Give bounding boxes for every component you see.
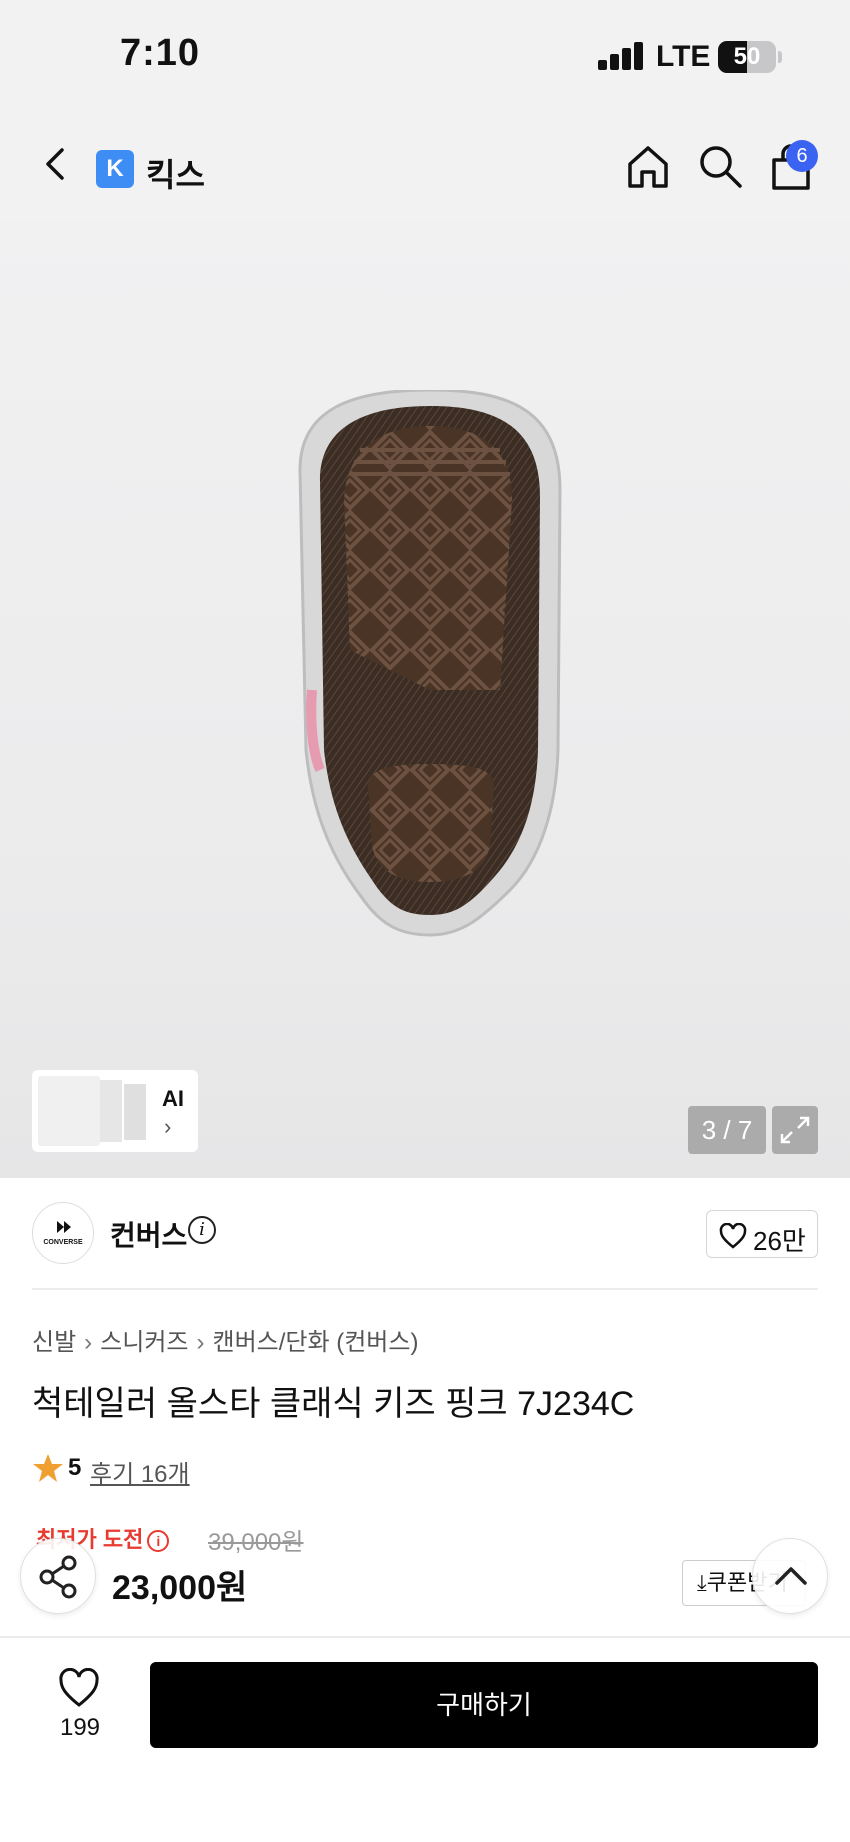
heart-icon[interactable] xyxy=(58,1668,100,1708)
signal-icon xyxy=(598,42,644,70)
thumbnail-image xyxy=(38,1076,100,1146)
image-page-counter: 3 / 7 xyxy=(688,1106,766,1154)
page-title[interactable]: 킥스 xyxy=(146,150,205,196)
review-link[interactable]: 후기 16개 xyxy=(90,1454,190,1489)
shoe-sole-image xyxy=(298,390,562,937)
breadcrumb-item[interactable]: 신발 xyxy=(32,1329,76,1356)
back-icon[interactable] xyxy=(36,144,76,184)
status-time: 7:10 xyxy=(120,32,201,74)
ai-recommend-thumbnail[interactable]: AI › xyxy=(32,1070,198,1152)
brand-like-count: 26만 xyxy=(753,1226,806,1256)
breadcrumb-item[interactable]: 스니커즈 xyxy=(100,1329,188,1356)
scroll-to-top-button[interactable] xyxy=(752,1538,828,1614)
product-title: 척테일러 올스타 클래식 키즈 핑크 7J234C xyxy=(32,1385,635,1423)
info-icon[interactable]: i xyxy=(188,1216,216,1244)
home-icon[interactable] xyxy=(624,142,672,190)
top-nav: K 킥스 6 xyxy=(0,110,850,220)
product-gallery[interactable]: AI › 3 / 7 xyxy=(0,220,850,1178)
converse-star-icon xyxy=(57,1221,71,1233)
share-button[interactable] xyxy=(20,1538,96,1614)
expand-icon xyxy=(780,1116,810,1144)
chevron-up-icon xyxy=(775,1567,807,1585)
battery-level: 50 xyxy=(733,43,761,70)
buy-button[interactable]: 구매하기 xyxy=(150,1662,818,1748)
share-icon xyxy=(39,1555,77,1599)
chevron-right-icon: › xyxy=(164,1114,172,1139)
divider xyxy=(32,1288,818,1290)
thumbnail-image xyxy=(100,1080,122,1142)
brand-name[interactable]: 컨버스 xyxy=(110,1214,187,1254)
wish-count: 199 xyxy=(59,1714,101,1741)
bottom-action-bar: 199 구매하기 xyxy=(0,1638,850,1842)
info-icon[interactable]: i xyxy=(147,1530,170,1553)
download-icon: ⤓ xyxy=(697,1570,707,1595)
star-icon xyxy=(33,1454,63,1482)
ai-label: AI xyxy=(162,1086,184,1111)
heart-icon xyxy=(719,1223,747,1249)
expand-button[interactable] xyxy=(772,1106,818,1154)
original-price: 39,000원 xyxy=(208,1529,304,1556)
breadcrumb-item[interactable]: 캔버스/단화 (컨버스) xyxy=(213,1329,419,1356)
sale-price: 23,000원 xyxy=(112,1569,248,1607)
brand-row: CONVERSE 컨버스 i 26만 xyxy=(0,1178,850,1288)
rating-value: 5 xyxy=(68,1454,82,1481)
cart-count-badge: 6 xyxy=(786,140,818,172)
brand-like-button[interactable]: 26만 xyxy=(706,1210,818,1258)
chevron-right-icon: › xyxy=(196,1329,205,1356)
battery-icon: 50 xyxy=(718,41,776,73)
brand-logo-text: CONVERSE xyxy=(43,1239,83,1246)
brand-logo[interactable]: CONVERSE xyxy=(32,1202,94,1264)
network-type: LTE xyxy=(656,40,711,73)
thumbnail-image xyxy=(124,1084,146,1140)
battery-tip xyxy=(778,51,782,63)
status-bar: 7:10 LTE 50 xyxy=(0,0,850,110)
search-icon[interactable] xyxy=(696,142,744,190)
kids-logo[interactable]: K xyxy=(96,150,134,188)
chevron-right-icon: › xyxy=(84,1329,93,1356)
breadcrumb: 신발 › 스니커즈 › 캔버스/단화 (컨버스) xyxy=(32,1322,418,1357)
